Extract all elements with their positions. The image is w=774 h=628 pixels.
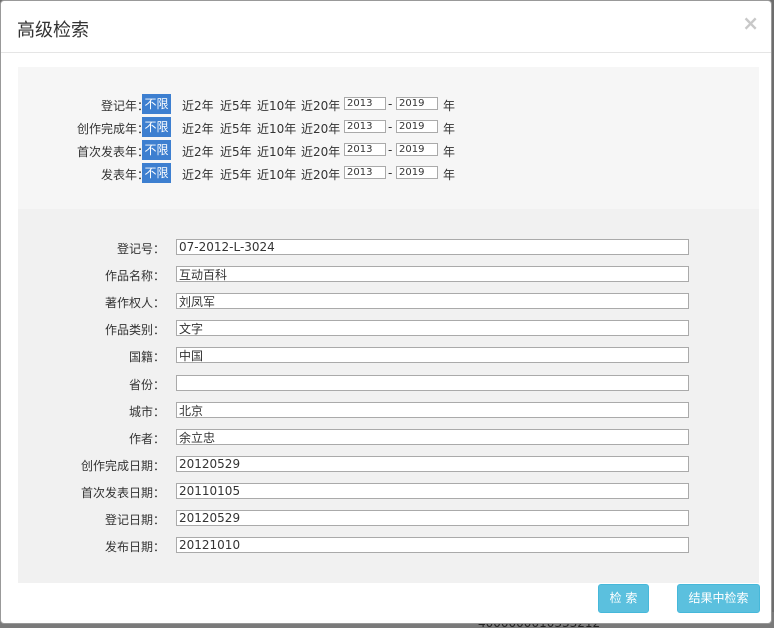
field-row-copyright-holder: 著作权人： [18, 293, 759, 310]
option-10-years[interactable]: 近10年 [257, 166, 296, 183]
field-label: 首次发表日期： [80, 486, 165, 500]
first-publication-date-input[interactable] [176, 483, 689, 499]
year-suffix: 年 [443, 99, 456, 113]
year-suffix: 年 [443, 168, 456, 182]
field-label: 省份： [128, 378, 165, 392]
registration-number-input[interactable] [176, 239, 689, 255]
year-suffix: 年 [443, 122, 456, 136]
option-5-years[interactable]: 近5年 [220, 120, 252, 137]
year-filter-row-creation: 创作完成年： 不限 近2年 近5年 近10年 近20年 - 年 [18, 117, 759, 137]
range-separator: - [388, 143, 393, 157]
year-from-input[interactable] [344, 143, 386, 156]
option-20-years[interactable]: 近20年 [301, 97, 340, 114]
field-label: 登记日期： [104, 513, 165, 527]
year-filter-label: 创作完成年： [76, 122, 149, 136]
field-label: 作品类别： [104, 323, 165, 337]
year-from-input[interactable] [344, 166, 386, 179]
field-row-province: 省份： [18, 375, 759, 392]
option-2-years[interactable]: 近2年 [182, 143, 214, 160]
option-unlimited[interactable]: 不限 [142, 163, 171, 183]
option-5-years[interactable]: 近5年 [220, 143, 252, 160]
close-icon[interactable]: × [742, 13, 759, 33]
option-10-years[interactable]: 近10年 [257, 143, 296, 160]
range-separator: - [388, 97, 393, 111]
field-row-creation-date: 创作完成日期： [18, 456, 759, 473]
work-title-input[interactable] [176, 266, 689, 282]
copyright-holder-input[interactable] [176, 293, 689, 309]
field-row-first-publication-date: 首次发表日期： [18, 483, 759, 500]
range-separator: - [388, 120, 393, 134]
field-row-registration-number: 登记号： [18, 239, 759, 256]
year-to-input[interactable] [396, 166, 438, 179]
year-from-input[interactable] [344, 97, 386, 110]
city-input[interactable] [176, 402, 689, 418]
search-within-results-button[interactable]: 结果中检索 [677, 584, 760, 613]
year-filter-row-first-publication: 首次发表年： 不限 近2年 近5年 近10年 近20年 - 年 [18, 140, 759, 160]
field-row-nationality: 国籍： [18, 347, 759, 364]
option-2-years[interactable]: 近2年 [182, 97, 214, 114]
field-label: 创作完成日期： [80, 459, 165, 473]
option-5-years[interactable]: 近5年 [220, 166, 252, 183]
field-row-release-date: 发布日期： [18, 537, 759, 554]
option-unlimited[interactable]: 不限 [142, 94, 171, 114]
year-filter-row-publication: 发表年： 不限 近2年 近5年 近10年 近20年 - 年 [18, 163, 759, 183]
field-row-city: 城市： [18, 402, 759, 419]
year-filter-label: 首次发表年： [76, 145, 149, 159]
year-to-input[interactable] [396, 143, 438, 156]
option-20-years[interactable]: 近20年 [301, 166, 340, 183]
option-2-years[interactable]: 近2年 [182, 166, 214, 183]
field-label: 发布日期： [104, 540, 165, 554]
search-button[interactable]: 检 索 [598, 584, 649, 613]
year-from-input[interactable] [344, 120, 386, 133]
option-20-years[interactable]: 近20年 [301, 143, 340, 160]
year-to-input[interactable] [396, 97, 438, 110]
option-10-years[interactable]: 近10年 [257, 97, 296, 114]
author-input[interactable] [176, 429, 689, 445]
registration-date-input[interactable] [176, 510, 689, 526]
dialog-header: 高级检索 × [1, 1, 771, 53]
dialog-title: 高级检索 [17, 20, 89, 41]
option-unlimited[interactable]: 不限 [142, 117, 171, 137]
option-2-years[interactable]: 近2年 [182, 120, 214, 137]
field-label: 登记号： [116, 242, 165, 256]
field-label: 城市： [128, 405, 165, 419]
work-category-input[interactable] [176, 320, 689, 336]
creation-date-input[interactable] [176, 456, 689, 472]
province-input[interactable] [176, 375, 689, 391]
option-unlimited[interactable]: 不限 [142, 140, 171, 160]
field-row-author: 作者： [18, 429, 759, 446]
range-separator: - [388, 166, 393, 180]
field-row-work-title: 作品名称： [18, 266, 759, 283]
option-20-years[interactable]: 近20年 [301, 120, 340, 137]
field-label: 国籍： [128, 350, 165, 364]
release-date-input[interactable] [176, 537, 689, 553]
field-row-registration-date: 登记日期： [18, 510, 759, 527]
year-filter-panel [18, 67, 759, 209]
advanced-search-dialog: 高级检索 × 登记年： 不限 近2年 近5年 近10年 近20年 - 年 创作完… [0, 0, 772, 624]
field-label: 作者： [128, 432, 165, 446]
option-5-years[interactable]: 近5年 [220, 97, 252, 114]
year-suffix: 年 [443, 145, 456, 159]
year-to-input[interactable] [396, 120, 438, 133]
year-filter-row-registration: 登记年： 不限 近2年 近5年 近10年 近20年 - 年 [18, 94, 759, 114]
field-label: 著作权人： [104, 296, 165, 310]
nationality-input[interactable] [176, 347, 689, 363]
option-10-years[interactable]: 近10年 [257, 120, 296, 137]
field-row-work-category: 作品类别： [18, 320, 759, 337]
field-label: 作品名称： [104, 269, 165, 283]
